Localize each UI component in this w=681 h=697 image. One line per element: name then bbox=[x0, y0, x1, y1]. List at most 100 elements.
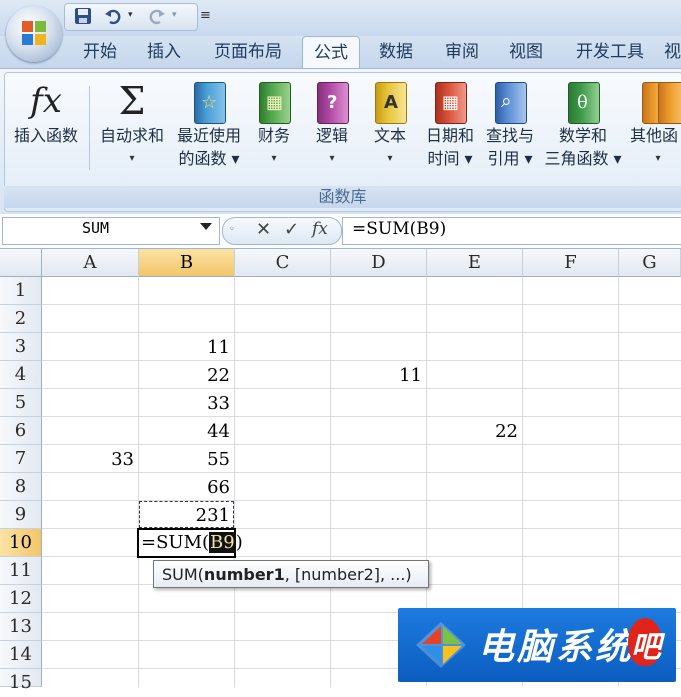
column-header-f[interactable]: F bbox=[523, 249, 619, 277]
row-header-11[interactable]: 11 bbox=[0, 557, 42, 585]
logical-book-icon: ? bbox=[317, 82, 349, 124]
column-header-a[interactable]: A bbox=[42, 249, 139, 277]
windows-logo-icon bbox=[416, 622, 466, 668]
edit-reference: B9 bbox=[209, 532, 236, 553]
more-functions-label: 其他函 bbox=[630, 126, 679, 145]
cell-a7[interactable]: 33 bbox=[42, 445, 138, 473]
cell-d4[interactable]: 11 bbox=[331, 361, 426, 389]
column-header-g[interactable]: G bbox=[619, 249, 681, 277]
tooltip-func[interactable]: SUM( bbox=[162, 565, 204, 584]
column-gridline bbox=[234, 277, 235, 687]
edit-suffix: ) bbox=[235, 532, 243, 553]
tab-home[interactable]: 开始 bbox=[72, 36, 128, 68]
insert-function-label: 插入函数 bbox=[13, 126, 78, 145]
row-header-13[interactable]: 13 bbox=[0, 613, 42, 641]
tab-page-layout[interactable]: 页面布局 bbox=[200, 36, 296, 68]
row-header-1[interactable]: 1 bbox=[0, 277, 42, 305]
undo-icon[interactable] bbox=[104, 7, 122, 25]
financial-dropdown: ▾ bbox=[271, 153, 277, 164]
name-box-value: SUM bbox=[82, 219, 110, 237]
ribbon-separator bbox=[89, 86, 90, 170]
function-tooltip: SUM(number1, [number2], ...) bbox=[153, 560, 429, 588]
financial-button[interactable]: ▦ 财务 ▾ bbox=[248, 78, 300, 170]
edit-prefix: =SUM( bbox=[141, 532, 210, 553]
autosum-dropdown: ▾ bbox=[129, 153, 135, 164]
logical-button[interactable]: ? 逻辑 ▾ bbox=[306, 78, 358, 170]
math-trig-button[interactable]: θ 数学和 三角函数 ▾ bbox=[540, 78, 626, 170]
row-header-2[interactable]: 2 bbox=[0, 305, 42, 333]
recently-used-label: 最近使用 bbox=[176, 126, 241, 145]
redo-icon[interactable] bbox=[148, 7, 166, 25]
save-icon[interactable] bbox=[74, 7, 92, 25]
lookup-reference-button[interactable]: ⌕ 查找与 引用 ▾ bbox=[480, 78, 540, 170]
column-header-c[interactable]: C bbox=[235, 249, 331, 277]
tooltip-rest: , [number2], ...) bbox=[284, 565, 412, 584]
cell-b8[interactable]: 66 bbox=[139, 473, 234, 501]
row-header-8[interactable]: 8 bbox=[0, 473, 42, 501]
row-header-14[interactable]: 14 bbox=[0, 641, 42, 669]
watermark-text: 电脑系统 bbox=[478, 626, 635, 668]
tab-view[interactable]: 视图 bbox=[498, 36, 554, 68]
select-all-corner[interactable] bbox=[0, 249, 42, 277]
watermark-badge-text: 吧 bbox=[631, 630, 661, 665]
undo-dropdown-icon[interactable]: ▾ bbox=[128, 10, 133, 20]
row-header-10[interactable]: 10 bbox=[0, 529, 42, 557]
name-box[interactable] bbox=[2, 217, 220, 245]
more-functions-button[interactable]: 其他函 ▾ bbox=[628, 78, 681, 170]
row-header-7[interactable]: 7 bbox=[0, 445, 42, 473]
financial-label: 财务 bbox=[257, 126, 290, 145]
insert-function-icon[interactable]: fx bbox=[312, 219, 328, 239]
cell-b5[interactable]: 33 bbox=[139, 389, 234, 417]
tab-developer[interactable]: 开发工具 bbox=[562, 36, 658, 68]
date-time-button[interactable]: ▦ 日期和 时间 ▾ bbox=[420, 78, 480, 170]
name-box-dropdown-icon[interactable] bbox=[200, 223, 212, 230]
more-functions-dropdown: ▾ bbox=[655, 153, 661, 164]
lookup-book-icon: ⌕ bbox=[495, 82, 527, 124]
column-gridline bbox=[330, 277, 331, 687]
lookup-label: 查找与 bbox=[485, 126, 534, 145]
tab-more[interactable]: 视 bbox=[664, 36, 681, 68]
cell-b7[interactable]: 55 bbox=[139, 445, 234, 473]
text-book-icon: A bbox=[375, 82, 407, 124]
tab-formulas[interactable]: 公式 bbox=[302, 36, 360, 69]
cell-b6[interactable]: 44 bbox=[139, 417, 234, 445]
cell-b4[interactable]: 22 bbox=[139, 361, 234, 389]
row-header-4[interactable]: 4 bbox=[0, 361, 42, 389]
row-header-15[interactable]: 15 bbox=[0, 669, 42, 693]
row-header-3[interactable]: 3 bbox=[0, 333, 42, 361]
tooltip-arg[interactable]: number1 bbox=[204, 565, 285, 584]
cell-b3[interactable]: 11 bbox=[139, 333, 234, 361]
cell-e6[interactable]: 22 bbox=[427, 417, 522, 445]
column-header-b[interactable]: B bbox=[139, 249, 235, 277]
resize-handle-icon[interactable]: ◦ bbox=[229, 221, 243, 239]
recently-used-label-2: 的函数 ▾ bbox=[178, 149, 240, 168]
recent-book-icon: ☆ bbox=[194, 82, 226, 124]
tab-insert[interactable]: 插入 bbox=[136, 36, 192, 68]
date-time-label-2: 时间 ▾ bbox=[427, 149, 473, 168]
row-header-5[interactable]: 5 bbox=[0, 389, 42, 417]
customize-qat-icon[interactable]: ≡ bbox=[200, 8, 211, 23]
autosum-label: 自动求和 bbox=[99, 126, 164, 145]
formula-text: =SUM(B9) bbox=[352, 219, 447, 239]
math-trig-book-icon: θ bbox=[568, 82, 600, 124]
enter-icon[interactable]: ✓ bbox=[284, 219, 299, 240]
redo-dropdown-icon[interactable]: ▾ bbox=[172, 10, 177, 20]
cancel-icon[interactable]: ✕ bbox=[256, 219, 271, 240]
cell-edit-text: =SUM(B9) bbox=[141, 532, 243, 553]
row-header-6[interactable]: 6 bbox=[0, 417, 42, 445]
math-trig-label-2: 三角函数 ▾ bbox=[544, 149, 622, 168]
tab-data[interactable]: 数据 bbox=[366, 36, 426, 68]
row-header-12[interactable]: 12 bbox=[0, 585, 42, 613]
copy-marquee bbox=[139, 501, 234, 528]
row-header-9[interactable]: 9 bbox=[0, 501, 42, 529]
office-logo-icon bbox=[22, 21, 46, 45]
recently-used-button[interactable]: ☆ 最近使用 的函数 ▾ bbox=[172, 78, 246, 170]
insert-function-button[interactable]: fx 插入函数 bbox=[8, 78, 84, 147]
column-header-d[interactable]: D bbox=[331, 249, 427, 277]
date-time-label: 日期和 bbox=[425, 126, 474, 145]
tab-review[interactable]: 审阅 bbox=[432, 36, 492, 68]
column-header-e[interactable]: E bbox=[427, 249, 523, 277]
financial-book-icon: ▦ bbox=[259, 82, 291, 124]
autosum-button[interactable]: Σ 自动求和 ▾ bbox=[94, 78, 170, 170]
text-button[interactable]: A 文本 ▾ bbox=[364, 78, 416, 170]
